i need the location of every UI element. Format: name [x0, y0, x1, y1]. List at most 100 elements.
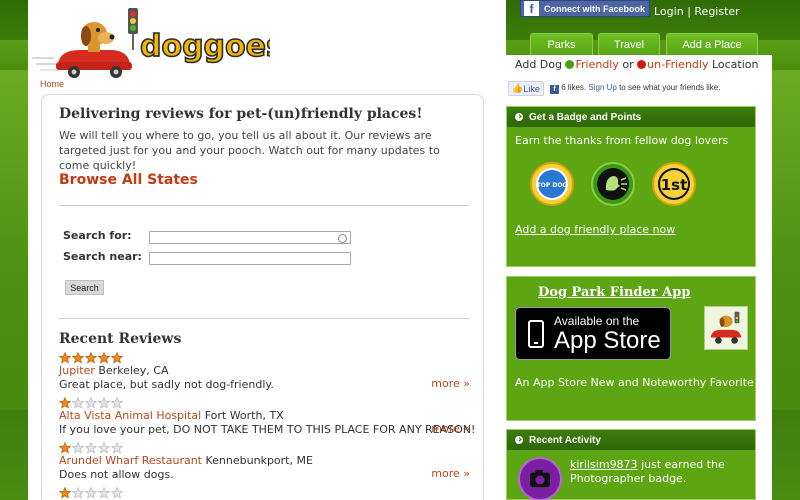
add-location-suffix: Location: [711, 58, 759, 71]
badges-panel-header: Get a Badge and Points: [507, 107, 755, 127]
recent-activity-title: Recent Activity: [529, 434, 601, 446]
recent-activity-header: Recent Activity: [507, 430, 755, 450]
friendly-label: Friendly: [575, 58, 619, 71]
review-item: Arundel Wharf Restaurant Kennebunkport, …: [59, 442, 470, 482]
star-icon: [111, 442, 123, 454]
star-icon: [111, 397, 123, 409]
star-icon: [85, 487, 97, 499]
star-icon: [59, 442, 71, 454]
camera-badge-icon: [518, 457, 562, 500]
add-dog-friendly-place-link[interactable]: Add a dog friendly place now: [515, 223, 675, 236]
add-location-link[interactable]: Add Dog Friendly or un-Friendly Location: [515, 58, 759, 71]
review-more-link[interactable]: more »: [431, 467, 470, 480]
logo-graphic: doggoes: [32, 8, 270, 78]
green-dot-icon: [565, 60, 575, 69]
main-content-card: Delivering reviews for pet-(un)friendly …: [41, 94, 484, 500]
search-for-label: Search for:: [63, 229, 132, 242]
divider: [59, 205, 469, 206]
review-location: Fort Worth, TX: [204, 409, 284, 422]
doggoes-logo[interactable]: doggoes: [30, 6, 270, 78]
star-icon: [111, 487, 123, 499]
star-icon: [72, 352, 84, 364]
svg-text:1st: 1st: [661, 176, 688, 194]
app-store-button[interactable]: Available on the App Store: [515, 307, 671, 360]
like-count: 6 likes.: [561, 83, 587, 92]
thumbs-up-icon: 👍: [512, 83, 524, 93]
review-text: If you love your pet, DO NOT TAKE THEM T…: [59, 423, 476, 436]
app-store-note: An App Store New and Noteworthy Favorite: [515, 376, 754, 389]
star-icon: [59, 397, 71, 409]
tab-parks[interactable]: Parks: [530, 33, 593, 55]
red-dot-icon: [637, 60, 647, 69]
star-icon: [98, 397, 110, 409]
like-info-text: to see what your friends like.: [619, 83, 721, 92]
app-store-line1: Available on the: [554, 313, 640, 328]
app-icon[interactable]: [704, 306, 748, 350]
speak-badge-icon: [591, 162, 635, 206]
review-item: [59, 487, 469, 499]
dog-park-finder-app-link[interactable]: Dog Park Finder App: [538, 285, 690, 300]
star-icon: [59, 352, 71, 364]
search-near-input[interactable]: [149, 252, 351, 265]
tab-add-a-place[interactable]: Add a Place: [666, 33, 758, 55]
app-panel: Dog Park Finder App Available on the App…: [506, 276, 756, 421]
like-label: Like: [523, 83, 540, 94]
breadcrumb-home[interactable]: Home: [40, 79, 64, 89]
review-item: Alta Vista Animal Hospital Fort Worth, T…: [59, 397, 476, 437]
iphone-icon: [528, 319, 544, 348]
add-location-prefix: Add Dog: [515, 58, 562, 71]
search-for-input[interactable]: [149, 231, 351, 244]
first-place-badge-icon: 1st: [652, 162, 696, 206]
star-rating: [59, 352, 469, 364]
star-icon: [111, 352, 123, 364]
recent-activity-panel: Recent Activity kirilsim9873 just earned…: [506, 429, 756, 500]
review-item: Jupiter Berkeley, CA Great place, but sa…: [59, 352, 470, 392]
star-icon: [85, 397, 97, 409]
star-icon: [98, 352, 110, 364]
facebook-connect-button[interactable]: f Connect with Facebook: [520, 0, 650, 17]
check-circle-icon: [515, 436, 523, 444]
browse-all-states-link[interactable]: Browse All States: [59, 172, 198, 188]
search-button[interactable]: Search: [65, 280, 104, 295]
star-icon: [85, 352, 97, 364]
svg-text:TOP DOG: TOP DOG: [537, 182, 568, 189]
auth-links: Login | Register: [654, 5, 740, 18]
star-rating: [59, 487, 469, 499]
or-label: or: [622, 58, 634, 71]
register-link[interactable]: Register: [694, 5, 739, 18]
star-icon: [85, 442, 97, 454]
facebook-connect-label: Connect with Facebook: [544, 3, 646, 14]
activity-user-link[interactable]: kirilsim9873: [570, 458, 638, 471]
app-store-line2: App Store: [554, 326, 661, 354]
facebook-signup-link[interactable]: Sign Up: [588, 83, 616, 92]
facebook-icon: f: [550, 85, 559, 94]
page-title: Delivering reviews for pet-(un)friendly …: [59, 106, 423, 122]
recent-reviews-title: Recent Reviews: [59, 331, 182, 347]
star-rating: [59, 442, 469, 454]
review-text: Does not allow dogs.: [59, 468, 174, 481]
review-text: Great place, but sadly not dog-friendly.: [59, 378, 274, 391]
check-circle-icon: [515, 113, 523, 121]
star-icon: [98, 442, 110, 454]
star-icon: [72, 487, 84, 499]
star-icon: [59, 487, 71, 499]
login-link[interactable]: Login: [654, 5, 684, 18]
facebook-like-button[interactable]: 👍 Like: [508, 81, 544, 96]
review-more-link[interactable]: more »: [431, 422, 470, 435]
star-icon: [72, 442, 84, 454]
intro-text: We will tell you where to go, you tell u…: [59, 129, 440, 172]
activity-text: kirilsim9873 just earned the Photographe…: [570, 458, 750, 486]
badges-subtitle: Earn the thanks from fellow dog lovers: [515, 134, 729, 147]
auth-separator: |: [687, 5, 691, 18]
divider: [59, 318, 469, 319]
star-icon: [98, 487, 110, 499]
review-place-link[interactable]: Arundel Wharf Restaurant: [59, 454, 202, 467]
badges-panel-title: Get a Badge and Points: [529, 111, 642, 123]
search-near-label: Search near:: [63, 250, 142, 263]
facebook-icon: f: [524, 1, 539, 16]
review-place-link[interactable]: Jupiter: [59, 364, 95, 377]
review-more-link[interactable]: more »: [431, 377, 470, 390]
star-rating: [59, 397, 469, 409]
review-place-link[interactable]: Alta Vista Animal Hospital: [59, 409, 201, 422]
tab-travel[interactable]: Travel: [598, 33, 660, 55]
